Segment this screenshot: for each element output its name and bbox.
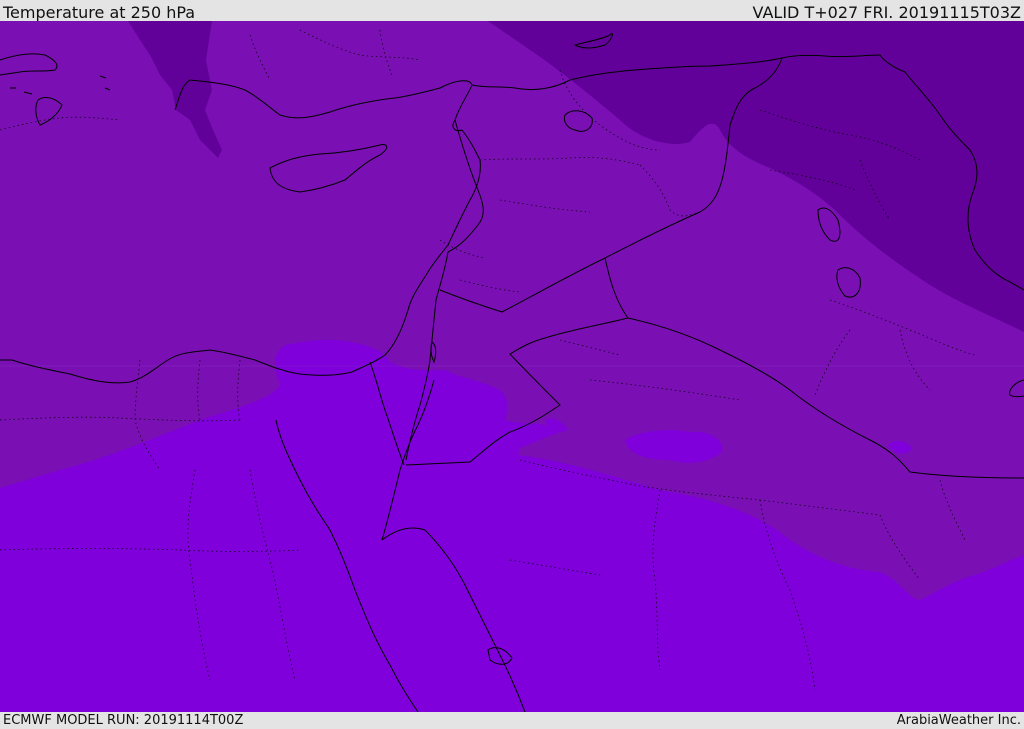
temperature-map[interactable] [0,21,1024,712]
model-run-label: ECMWF MODEL RUN: 20191114T00Z [3,713,244,728]
footer-bar: ECMWF MODEL RUN: 20191114T00Z ArabiaWeat… [0,712,1024,729]
valid-time-label: VALID T+027 FRI. 20191115T03Z [752,3,1021,22]
map-title: Temperature at 250 hPa [3,3,196,22]
brand-credit: ArabiaWeather Inc. [896,713,1021,728]
header-bar: Temperature at 250 hPa VALID T+027 FRI. … [0,0,1024,22]
